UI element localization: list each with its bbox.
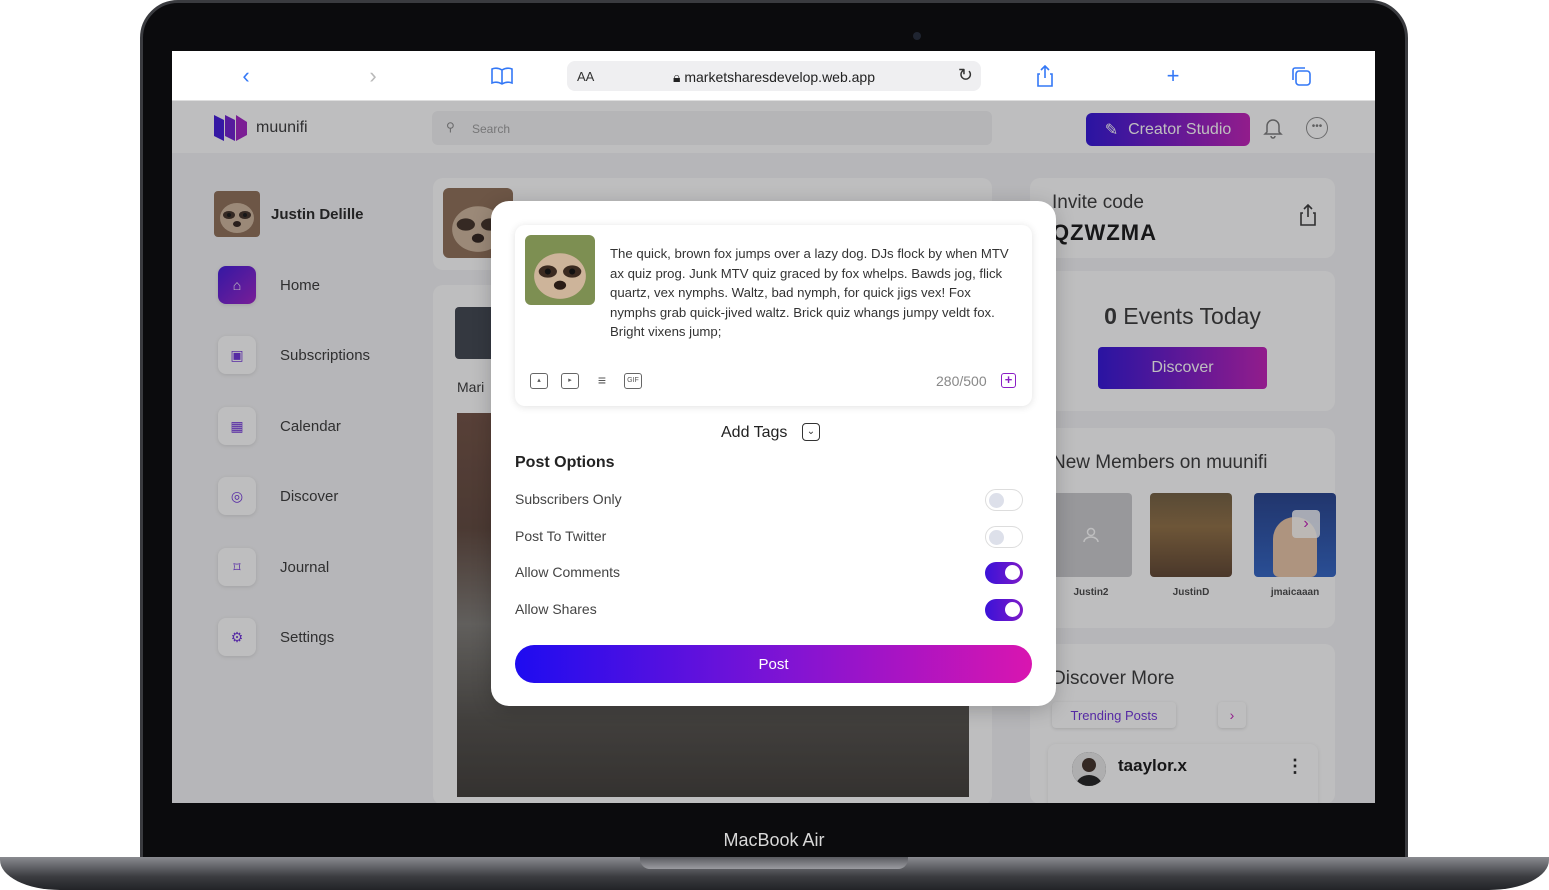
reload-icon[interactable]: ↻ xyxy=(958,65,973,86)
poll-icon[interactable]: ≡ xyxy=(593,373,611,389)
option-label: Post To Twitter xyxy=(515,528,607,544)
chevron-down-icon[interactable]: ⌄ xyxy=(802,423,820,441)
camera xyxy=(913,32,921,40)
add-tags-toggle[interactable]: Add Tags xyxy=(721,424,787,442)
toggle-knob xyxy=(989,530,1004,545)
url-text: 🔒︎ marketsharesdevelop.web.app xyxy=(567,69,981,86)
post-text-input[interactable]: The quick, brown fox jumps over a lazy d… xyxy=(610,244,1015,342)
laptop-notch xyxy=(640,857,908,869)
post-options-title: Post Options xyxy=(515,454,615,471)
back-icon[interactable]: ‹ xyxy=(233,63,259,89)
share-icon[interactable] xyxy=(1032,63,1058,89)
allow-shares-toggle[interactable] xyxy=(985,599,1023,621)
forward-icon[interactable]: › xyxy=(360,63,386,89)
allow-comments-toggle[interactable] xyxy=(985,562,1023,584)
url-value: marketsharesdevelop.web.app xyxy=(684,69,875,85)
lock-icon: 🔒︎ xyxy=(672,69,685,85)
gif-icon[interactable]: GIF xyxy=(624,373,642,389)
post-composer[interactable]: The quick, brown fox jumps over a lazy d… xyxy=(515,225,1032,406)
create-post-modal: The quick, brown fox jumps over a lazy d… xyxy=(491,201,1056,706)
post-button[interactable]: Post xyxy=(515,645,1032,683)
browser-toolbar: ‹ › AA 🔒︎ marketsharesdevelop.web.app ↻ … xyxy=(172,51,1375,101)
image-icon[interactable]: ▴ xyxy=(530,373,548,389)
video-icon[interactable]: ▸ xyxy=(561,373,579,389)
address-bar[interactable]: AA 🔒︎ marketsharesdevelop.web.app ↻ xyxy=(567,61,981,91)
bookmarks-icon[interactable] xyxy=(489,63,515,89)
subscribers-only-toggle[interactable] xyxy=(985,489,1023,511)
option-label: Subscribers Only xyxy=(515,491,622,507)
toggle-knob xyxy=(989,493,1004,508)
toggle-knob xyxy=(1005,565,1020,580)
post-to-twitter-toggle[interactable] xyxy=(985,526,1023,548)
screen: ‹ › AA 🔒︎ marketsharesdevelop.web.app ↻ … xyxy=(172,51,1375,803)
option-label: Allow Shares xyxy=(515,601,597,617)
tabs-icon[interactable] xyxy=(1288,63,1314,89)
new-tab-icon[interactable]: + xyxy=(1160,63,1186,89)
plus-icon[interactable]: + xyxy=(1001,373,1016,388)
device-label: MacBook Air xyxy=(723,830,825,850)
option-label: Allow Comments xyxy=(515,564,621,580)
toggle-knob xyxy=(1005,602,1020,617)
character-count: 280/500 xyxy=(936,373,987,389)
avatar xyxy=(525,235,595,305)
